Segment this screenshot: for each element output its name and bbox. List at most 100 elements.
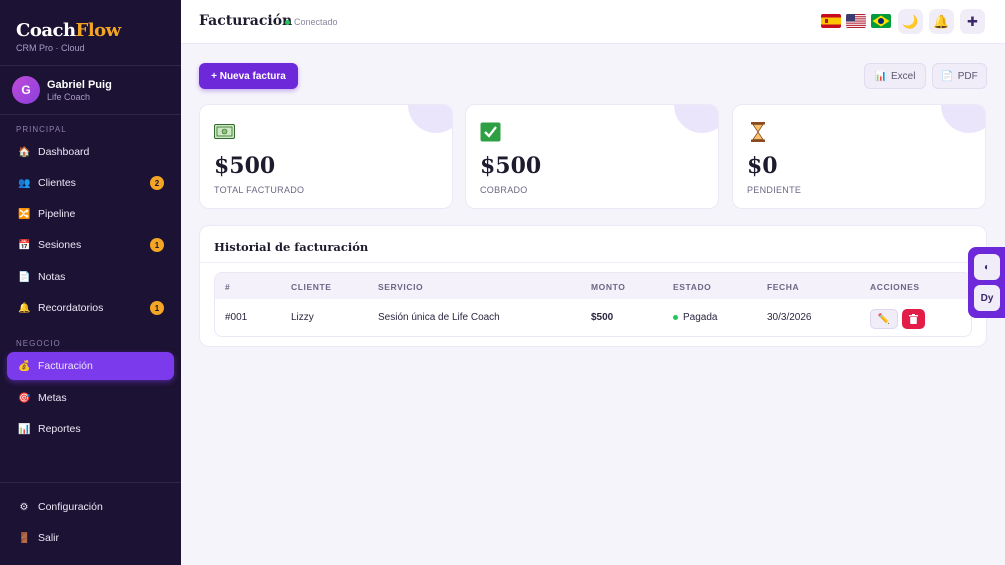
sidebar-item-facturacion[interactable]: 💰 Facturación: [7, 352, 174, 380]
cell-id: #001: [225, 312, 248, 323]
export-excel-label: Excel: [891, 70, 916, 82]
column-header: ACCIONES: [870, 282, 920, 292]
sidebar-item-notas[interactable]: 📄 Notas: [7, 263, 174, 291]
new-invoice-button[interactable]: + Nueva factura: [199, 63, 298, 89]
spreadsheet-icon: 📊: [874, 70, 887, 82]
stat-label: PENDIENTE: [747, 185, 802, 195]
sidebar-item-label: Salir: [38, 532, 60, 544]
card-decoration: [674, 105, 718, 133]
column-header: #: [225, 282, 231, 292]
sidebar-divider: [0, 482, 181, 483]
status-text: Conectado: [294, 17, 338, 27]
sidebar-item-pipeline[interactable]: 🔀 Pipeline: [7, 200, 174, 228]
sidebar-item-sesiones[interactable]: 📅 Sesiones 1: [7, 231, 174, 259]
brand-name-part2: Flow: [75, 20, 122, 41]
moon-icon: 🌙: [902, 13, 919, 29]
stat-label: TOTAL FACTURADO: [214, 185, 305, 195]
delete-invoice-button[interactable]: [902, 309, 925, 329]
connection-status: Conectado: [285, 17, 338, 27]
column-header: FECHA: [767, 282, 800, 292]
panel-title: Historial de facturación: [214, 240, 369, 254]
sidebar-item-label: Pipeline: [38, 208, 76, 220]
edit-invoice-button[interactable]: ✏️: [870, 309, 898, 329]
count-badge: 2: [150, 176, 164, 190]
section-label-principal: PRINCIPAL: [16, 125, 67, 134]
money-bag-icon: 💰: [18, 360, 31, 372]
stat-label: COBRADO: [480, 185, 528, 195]
brand-logo[interactable]: CoachFlow: [16, 20, 121, 41]
status-badge: Pagada: [673, 312, 717, 323]
sidebar-item-dashboard[interactable]: 🏠 Dashboard: [7, 138, 174, 166]
pipeline-icon: 🔀: [18, 208, 31, 220]
users-icon: 👥: [18, 177, 31, 189]
card-decoration: [941, 105, 985, 133]
card-decoration: [408, 105, 452, 133]
count-badge: 1: [150, 238, 164, 252]
cell-amount: $500: [591, 312, 614, 323]
calendar-icon: 📅: [18, 239, 31, 251]
sidebar-item-recordatorios[interactable]: 🔔 Recordatorios 1: [7, 294, 174, 322]
cell-client: Lizzy: [291, 312, 314, 323]
sidebar-item-label: Recordatorios: [38, 302, 104, 314]
panel-divider: [200, 262, 986, 263]
contrast-icon: ◐: [983, 261, 991, 273]
sidebar-item-label: Sesiones: [38, 239, 82, 251]
stat-card-cobrado: $500 COBRADO: [465, 104, 719, 209]
sidebar: CoachFlow CRM Pro · Cloud G Gabriel Puig…: [0, 0, 181, 565]
sidebar-item-salir[interactable]: 🚪 Salir: [7, 524, 174, 552]
theme-toggle-button[interactable]: 🌙: [898, 9, 923, 34]
sidebar-item-clientes[interactable]: 👥 Clientes 2: [7, 169, 174, 197]
sidebar-item-label: Metas: [38, 392, 67, 404]
flag-es-icon[interactable]: [821, 14, 841, 28]
export-pdf-label: PDF: [957, 70, 978, 82]
target-icon: 🎯: [18, 392, 31, 404]
money-icon: [214, 122, 235, 141]
document-icon: 📄: [941, 70, 954, 82]
column-header: ESTADO: [673, 282, 712, 292]
column-header: MONTO: [591, 282, 626, 292]
dy-button[interactable]: Dy: [974, 285, 1000, 311]
floating-dock: ◐ Dy: [968, 247, 1005, 318]
trash-icon: [909, 314, 918, 324]
user-role: Life Coach: [47, 91, 91, 102]
section-label-negocio: NEGOCIO: [16, 339, 61, 348]
flag-us-icon[interactable]: [846, 14, 866, 28]
top-header: Facturación Conectado 🌙 🔔 ✚: [181, 0, 1005, 44]
count-badge: 1: [150, 301, 164, 315]
home-icon: 🏠: [18, 146, 31, 158]
sidebar-item-label: Notas: [38, 271, 66, 283]
cell-date: 30/3/2026: [767, 312, 812, 323]
gear-icon: ⚙: [19, 501, 29, 513]
billing-history-panel: Historial de facturación # CLIENTE SERVI…: [199, 225, 987, 347]
sidebar-item-metas[interactable]: 🎯 Metas: [7, 384, 174, 412]
stat-card-pendiente: $0 PENDIENTE: [732, 104, 986, 209]
sidebar-divider: [0, 65, 181, 66]
flag-br-icon[interactable]: [871, 14, 891, 28]
sidebar-item-label: Dashboard: [38, 146, 90, 158]
column-header: SERVICIO: [378, 282, 424, 292]
sidebar-divider: [0, 114, 181, 115]
table-header: # CLIENTE SERVICIO MONTO ESTADO FECHA AC…: [215, 273, 971, 299]
column-header: CLIENTE: [291, 282, 332, 292]
contrast-toggle-button[interactable]: ◐: [974, 254, 1000, 280]
sidebar-item-configuracion[interactable]: ⚙ Configuración: [7, 493, 174, 521]
invoice-table: # CLIENTE SERVICIO MONTO ESTADO FECHA AC…: [214, 272, 972, 337]
brand-name-part1: Coach: [16, 20, 76, 41]
sidebar-item-label: Configuración: [38, 501, 103, 513]
note-icon: 📄: [18, 271, 31, 283]
notifications-button[interactable]: 🔔: [929, 9, 954, 34]
chart-icon: 📊: [18, 423, 31, 435]
user-profile[interactable]: G Gabriel Puig Life Coach: [12, 76, 112, 104]
export-excel-button[interactable]: 📊 Excel: [864, 63, 926, 89]
export-pdf-button[interactable]: 📄 PDF: [932, 63, 987, 89]
stat-amount: $0: [747, 153, 778, 179]
sidebar-item-label: Reportes: [38, 423, 81, 435]
door-icon: 🚪: [18, 532, 31, 544]
sidebar-item-reportes[interactable]: 📊 Reportes: [7, 415, 174, 443]
stat-card-total: $500 TOTAL FACTURADO: [199, 104, 453, 209]
status-dot-icon: [285, 19, 290, 25]
add-button[interactable]: ✚: [960, 9, 985, 34]
bell-icon: 🔔: [18, 302, 31, 314]
stat-amount: $500: [214, 153, 276, 179]
sidebar-item-label: Facturación: [38, 360, 93, 372]
